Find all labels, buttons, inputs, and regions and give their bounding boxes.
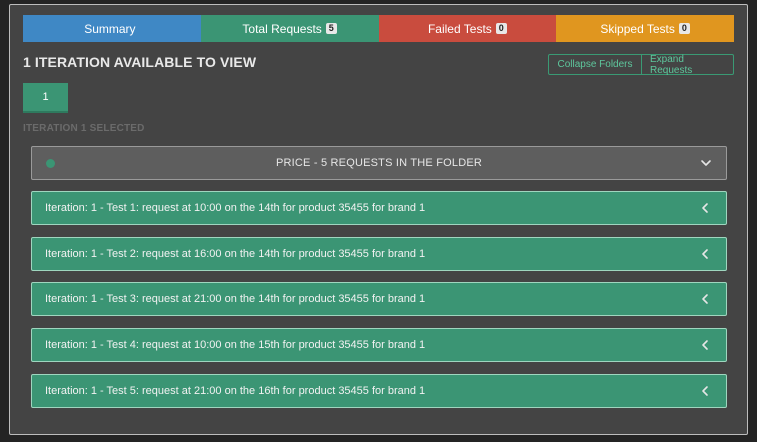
chevron-left-icon[interactable] bbox=[701, 293, 709, 305]
request-title: Iteration: 1 - Test 5: request at 21:00 … bbox=[45, 385, 426, 397]
chevron-left-icon[interactable] bbox=[701, 202, 709, 214]
tab-total-requests[interactable]: Total Requests 5 bbox=[200, 15, 379, 42]
request-row[interactable]: Iteration: 1 - Test 4: request at 10:00 … bbox=[31, 328, 727, 362]
request-title: Iteration: 1 - Test 3: request at 21:00 … bbox=[45, 293, 426, 305]
tab-skipped-tests-label: Skipped Tests bbox=[600, 21, 675, 36]
tab-failed-tests[interactable]: Failed Tests 0 bbox=[378, 15, 557, 42]
request-row[interactable]: Iteration: 1 - Test 2: request at 16:00 … bbox=[31, 237, 727, 271]
request-title: Iteration: 1 - Test 2: request at 16:00 … bbox=[45, 248, 426, 260]
skipped-tests-badge: 0 bbox=[678, 23, 690, 34]
tab-failed-tests-label: Failed Tests bbox=[427, 21, 492, 36]
iteration-1-button[interactable]: 1 bbox=[23, 83, 68, 113]
tab-summary-label: Summary bbox=[84, 21, 136, 36]
folder-header-price[interactable]: PRICE - 5 REQUESTS IN THE FOLDER bbox=[31, 146, 727, 180]
tab-total-requests-label: Total Requests bbox=[242, 21, 322, 36]
report-panel: Summary Total Requests 5 Failed Tests 0 … bbox=[9, 4, 748, 435]
request-row[interactable]: Iteration: 1 - Test 3: request at 21:00 … bbox=[31, 282, 727, 316]
folder-controls: Collapse Folders Expand Requests bbox=[548, 54, 734, 76]
chevron-down-icon[interactable] bbox=[700, 157, 712, 169]
request-title: Iteration: 1 - Test 4: request at 10:00 … bbox=[45, 339, 426, 351]
tab-summary[interactable]: Summary bbox=[23, 15, 201, 42]
failed-tests-badge: 0 bbox=[495, 23, 507, 34]
total-requests-badge: 5 bbox=[325, 23, 337, 34]
folder-title: PRICE - 5 REQUESTS IN THE FOLDER bbox=[275, 157, 483, 169]
summary-tabs: Summary Total Requests 5 Failed Tests 0 … bbox=[23, 15, 734, 42]
request-row[interactable]: Iteration: 1 - Test 1: request at 10:00 … bbox=[31, 191, 727, 225]
collapse-folders-button[interactable]: Collapse Folders bbox=[548, 54, 642, 75]
tab-skipped-tests[interactable]: Skipped Tests 0 bbox=[556, 15, 734, 42]
page-title: 1 ITERATION AVAILABLE TO VIEW bbox=[23, 54, 257, 70]
chevron-left-icon[interactable] bbox=[701, 385, 709, 397]
circle-icon bbox=[46, 159, 55, 168]
expand-requests-button[interactable]: Expand Requests bbox=[642, 54, 734, 76]
chevron-left-icon[interactable] bbox=[701, 339, 709, 351]
iteration-selected-label: ITERATION 1 SELECTED bbox=[23, 123, 145, 134]
request-row[interactable]: Iteration: 1 - Test 5: request at 21:00 … bbox=[31, 374, 727, 408]
request-title: Iteration: 1 - Test 1: request at 10:00 … bbox=[45, 202, 426, 214]
chevron-left-icon[interactable] bbox=[701, 248, 709, 260]
